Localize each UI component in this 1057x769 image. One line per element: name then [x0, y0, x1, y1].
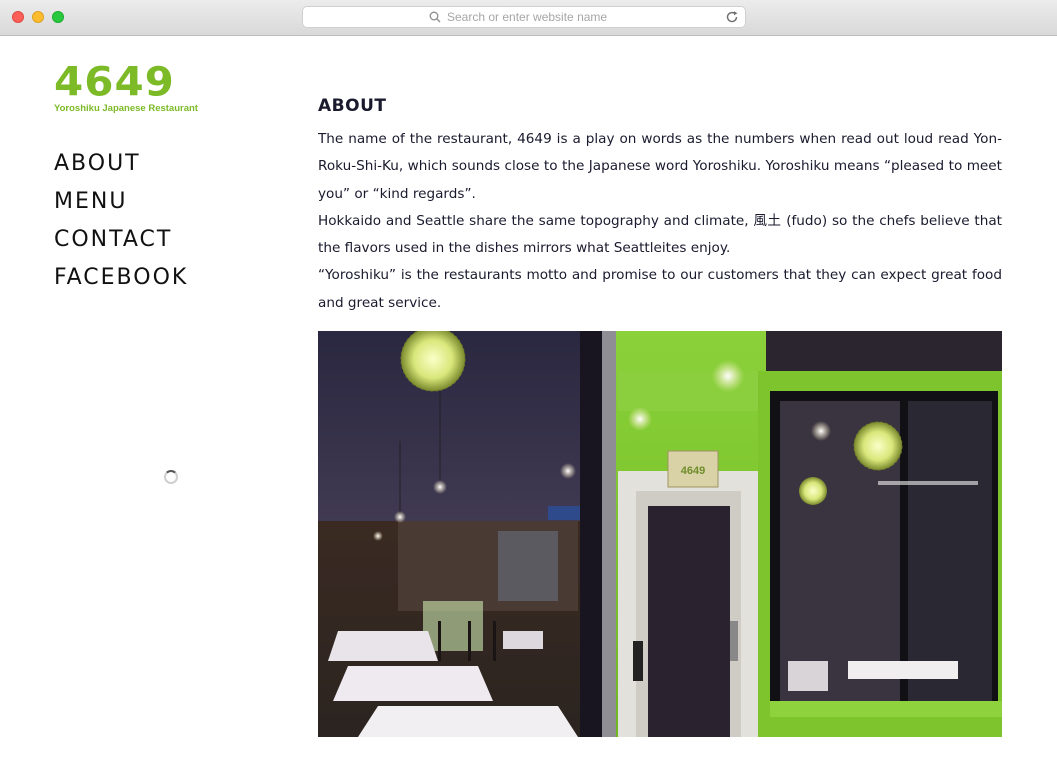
close-window-button[interactable] — [12, 11, 24, 23]
browser-toolbar: Search or enter website name — [0, 0, 1057, 36]
nav-item-contact[interactable]: CONTACT — [54, 226, 188, 264]
nav-item-facebook[interactable]: FACEBOOK — [54, 264, 188, 302]
about-paragraph-2: Hokkaido and Seattle share the same topo… — [318, 212, 1002, 257]
main-navigation: ABOUT MENU CONTACT FACEBOOK — [54, 150, 188, 302]
page-title: ABOUT — [318, 96, 387, 116]
restaurant-photo: 4649 — [318, 331, 1002, 737]
logo-mark: 4649 — [54, 58, 175, 105]
photo-sign-text: 4649 — [681, 465, 705, 477]
zoom-window-button[interactable] — [52, 11, 64, 23]
about-paragraph-3: “Yoroshiku” is the restaurants motto and… — [318, 267, 1002, 311]
address-bar[interactable]: Search or enter website name — [302, 6, 746, 28]
about-paragraph-1: The name of the restaurant, 4649 is a pl… — [318, 131, 1002, 202]
site-logo[interactable]: 4649 Yoroshiku Japanese Restaurant — [54, 62, 204, 118]
search-icon — [429, 11, 441, 23]
about-section: ABOUT The name of the restaurant, 4649 i… — [318, 96, 1002, 317]
nav-item-menu[interactable]: MENU — [54, 188, 188, 226]
restaurant-photo-illustration: 4649 — [318, 331, 1002, 737]
address-bar-placeholder: Search or enter website name — [447, 10, 608, 24]
nav-item-about[interactable]: ABOUT — [54, 150, 188, 188]
minimize-window-button[interactable] — [32, 11, 44, 23]
reload-icon[interactable] — [725, 10, 739, 24]
loading-spinner-icon — [164, 470, 178, 484]
